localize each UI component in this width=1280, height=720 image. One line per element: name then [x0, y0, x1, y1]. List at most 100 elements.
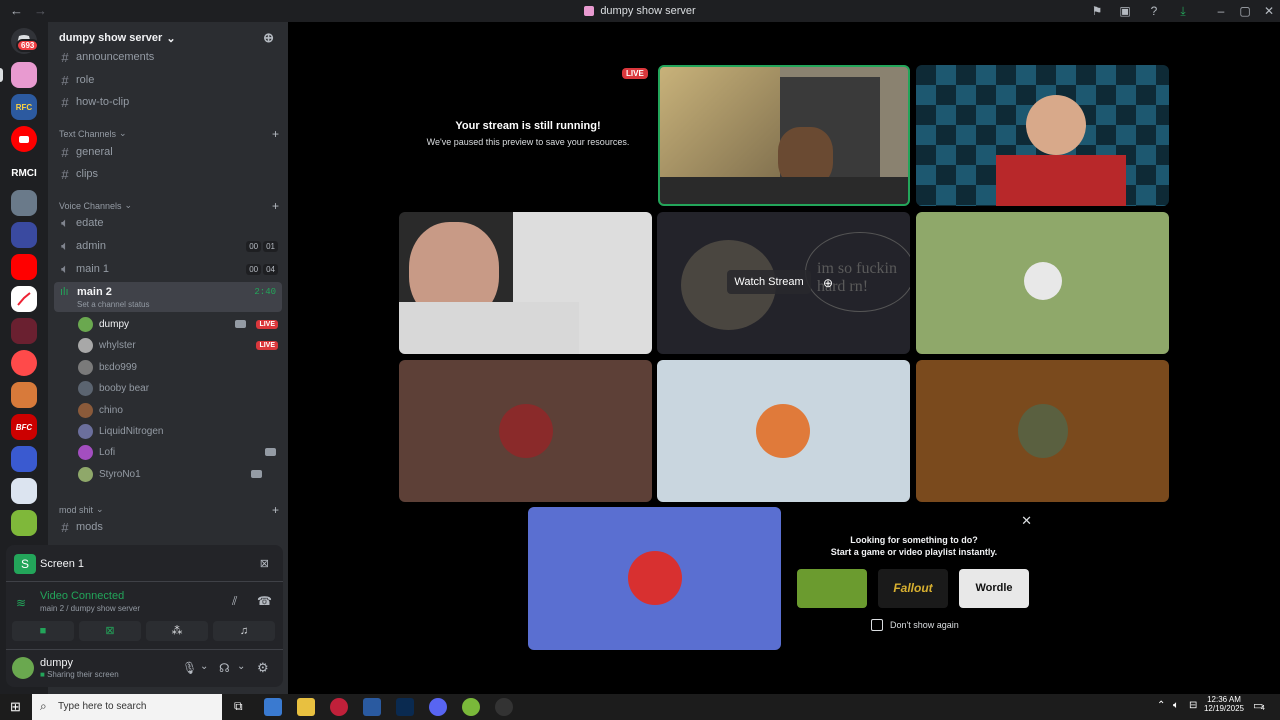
server-rfc-icon[interactable]: RFC: [11, 94, 37, 120]
channel-clips[interactable]: # clips: [54, 164, 282, 184]
dont-show-label[interactable]: Don't show again: [890, 620, 959, 630]
soundboard-button[interactable]: ♫: [213, 621, 275, 641]
volume-icon[interactable]: 🔈︎: [1173, 700, 1179, 711]
tile-paused-stream[interactable]: im so fuckin hard rn! Watch Stream ⊕: [657, 212, 910, 354]
signal-icon[interactable]: ≋: [16, 596, 26, 610]
download-icon[interactable]: ⤓: [1176, 4, 1190, 18]
tile-styrono1[interactable]: [916, 212, 1169, 354]
voice-member[interactable]: bɛdo999: [78, 357, 278, 377]
server-shoe-icon[interactable]: [11, 478, 37, 504]
settings-gear-icon[interactable]: ⚙: [257, 660, 269, 676]
popout-icon[interactable]: ⊕: [823, 276, 833, 290]
dont-show-checkbox[interactable]: [871, 619, 883, 631]
disconnect-icon[interactable]: ☎: [257, 594, 272, 608]
server-anime-icon[interactable]: [11, 318, 37, 344]
channel-announcements[interactable]: # announcements: [54, 47, 282, 67]
camera-button[interactable]: ■: [12, 621, 74, 641]
channel-general[interactable]: # general: [54, 142, 282, 162]
activity-game-1[interactable]: [797, 569, 867, 608]
connection-location[interactable]: main 2 / dumpy show server: [40, 604, 140, 613]
activity-wordle[interactable]: Wordle: [959, 569, 1029, 608]
server-youtube-icon[interactable]: [11, 126, 37, 152]
channel-status[interactable]: Set a channel status: [77, 300, 150, 309]
close-window-icon[interactable]: ✕: [1262, 4, 1276, 18]
tile-whylster-stream[interactable]: [916, 65, 1169, 206]
close-icon[interactable]: ✕: [1021, 513, 1032, 529]
help-icon[interactable]: ?: [1147, 4, 1161, 18]
voice-channel-main-1[interactable]: 🔈︎ main 1 00 04: [54, 259, 282, 279]
opera-icon[interactable]: [330, 698, 348, 716]
user-avatar[interactable]: [12, 657, 34, 679]
watch-stream-button[interactable]: Watch Stream: [727, 270, 811, 294]
voice-member[interactable]: StyroNo1: [78, 464, 278, 484]
add-channel-icon[interactable]: +: [272, 199, 279, 213]
tile-dumpy-stream[interactable]: [658, 65, 910, 206]
chevron-down-icon[interactable]: ⌄: [237, 661, 245, 672]
divider: [6, 581, 283, 582]
discord-icon[interactable]: [429, 698, 447, 716]
activities-button[interactable]: ⁂: [146, 621, 208, 641]
tile-booby-bear[interactable]: [399, 360, 652, 502]
chevron-down-icon: ⌄: [124, 200, 133, 210]
voice-member[interactable]: Lofi: [78, 442, 278, 462]
screen-share-button[interactable]: ⊠: [79, 621, 141, 641]
obs-icon[interactable]: [495, 698, 513, 716]
add-channel-icon[interactable]: +: [272, 127, 279, 141]
server-youtube-2-icon[interactable]: [11, 254, 37, 280]
hash-icon: #: [61, 72, 69, 88]
task-view-icon[interactable]: ⧉: [234, 699, 243, 714]
search-box[interactable]: ⌕ Type here to search: [32, 694, 222, 720]
server-shield-icon[interactable]: [11, 222, 37, 248]
chevron-down-icon[interactable]: ⌄: [200, 661, 208, 672]
voice-channel-edate[interactable]: 🔈︎ edate: [54, 213, 282, 233]
windows-start-icon[interactable]: ⊞: [10, 699, 21, 715]
channel-role[interactable]: # role: [54, 70, 282, 90]
server-dumpy-show-icon[interactable]: [11, 62, 37, 88]
add-member-icon[interactable]: ⊕: [263, 30, 274, 46]
voice-member[interactable]: booby bear: [78, 378, 278, 398]
tray-chevron-icon[interactable]: ⌃: [1157, 700, 1165, 711]
voice-member[interactable]: chino: [78, 400, 278, 420]
noise-suppression-icon[interactable]: ⫽: [232, 594, 237, 609]
headphones-icon[interactable]: ☊: [219, 661, 230, 675]
voice-channel-main-2[interactable]: ılı main 2 2:40 Set a channel status: [54, 282, 282, 312]
tile-lofi[interactable]: [528, 507, 781, 650]
voice-channel-admin[interactable]: 🔈︎ admin 00 01: [54, 236, 282, 256]
app-green-icon[interactable]: [462, 698, 480, 716]
clock[interactable]: 12:36 AM 12/19/2025: [1200, 695, 1248, 713]
vegas-icon[interactable]: [363, 698, 381, 716]
activity-fallout[interactable]: Fallout: [878, 569, 948, 608]
photoshop-icon[interactable]: [396, 698, 414, 716]
taskbar-app-icon[interactable]: [264, 698, 282, 716]
voice-member[interactable]: LiquidNitrogen: [78, 421, 278, 441]
forward-arrow-icon[interactable]: →: [34, 3, 47, 18]
back-arrow-icon[interactable]: ←: [10, 3, 23, 18]
category-voice-channels[interactable]: Voice Channels ⌄ +: [59, 199, 279, 213]
network-icon[interactable]: ⊟: [1189, 700, 1197, 711]
voice-member[interactable]: dumpy LIVE: [78, 314, 278, 334]
tile-liquidnitrogen[interactable]: [916, 360, 1169, 502]
server-character-icon[interactable]: [11, 382, 37, 408]
server-rmci-icon[interactable]: RMCI: [9, 160, 39, 186]
inbox-flag-icon[interactable]: ⚑: [1090, 4, 1104, 18]
server-green-icon[interactable]: [11, 510, 37, 536]
microphone-icon[interactable]: 🎙︎: [182, 661, 197, 675]
channel-how-to-clip[interactable]: # how-to-clip: [54, 92, 282, 112]
category-text-channels[interactable]: Text Channels ⌄ +: [59, 127, 279, 141]
inbox-icon[interactable]: ▣: [1118, 4, 1132, 18]
add-channel-icon[interactable]: +: [272, 503, 279, 517]
file-explorer-icon[interactable]: [297, 698, 315, 716]
tile-webcam[interactable]: [399, 212, 652, 354]
category-mod[interactable]: mod shit ⌄ +: [59, 503, 279, 517]
server-chart-icon[interactable]: [11, 286, 37, 312]
minimize-icon[interactable]: –: [1214, 4, 1228, 18]
voice-member[interactable]: whylster LIVE: [78, 335, 278, 355]
server-lifebuoy-icon[interactable]: [11, 350, 37, 376]
server-bfc-icon[interactable]: BFC: [11, 414, 37, 440]
tile-chino[interactable]: [657, 360, 910, 502]
maximize-icon[interactable]: ▢: [1238, 4, 1252, 18]
server-face-icon[interactable]: [11, 446, 37, 472]
server-raccoon-icon[interactable]: [11, 190, 37, 216]
stop-stream-icon[interactable]: ⊠: [260, 557, 269, 570]
channel-mods[interactable]: # mods: [54, 517, 282, 537]
